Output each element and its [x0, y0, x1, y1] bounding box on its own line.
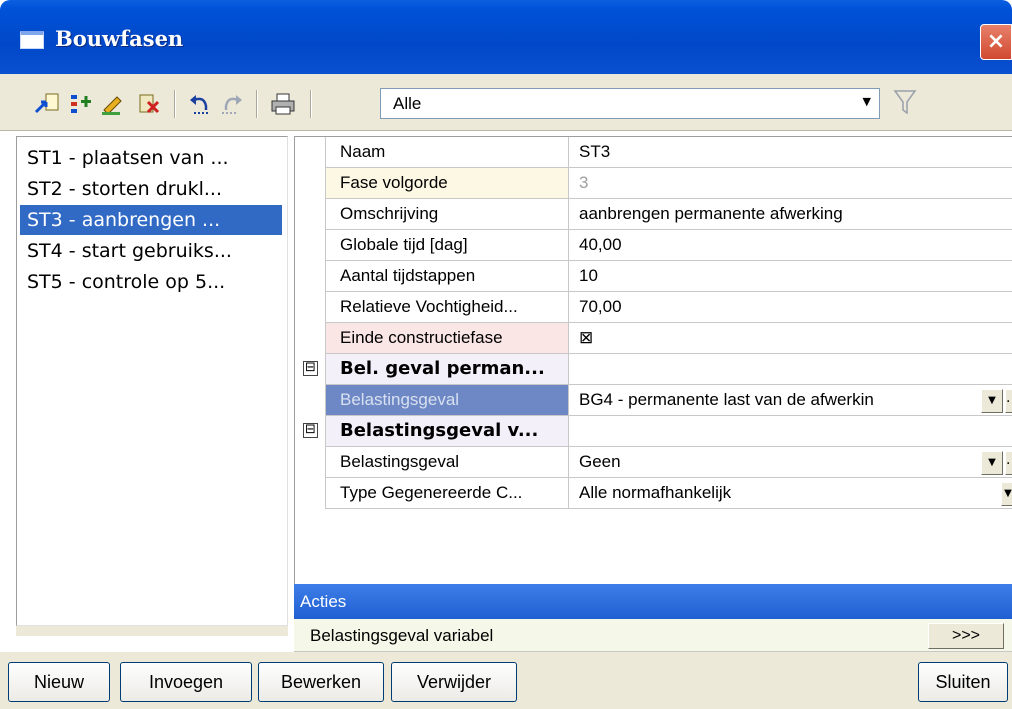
grid-gutter — [295, 137, 325, 549]
action-run-button[interactable]: >>> — [928, 623, 1004, 649]
property-name: Naam — [325, 137, 569, 167]
actions-header: Acties — [294, 584, 1012, 619]
phase-list-item[interactable]: ST2 - storten drukl... — [20, 174, 282, 204]
property-name: Aantal tijdstappen — [325, 261, 569, 291]
property-row-globale-tijd[interactable]: Globale tijd [dag] 40,00 — [325, 230, 1012, 261]
chevron-down-icon[interactable]: ▼ — [981, 389, 1003, 413]
collapse-toggle[interactable]: ⊟ — [303, 423, 318, 438]
phase-list-item[interactable]: ST4 - start gebruiks... — [20, 236, 282, 266]
edit-button[interactable]: Bewerken — [258, 662, 384, 702]
property-name: Einde constructiefase — [325, 323, 569, 353]
property-value[interactable]: aanbrengen permanente afwerking — [569, 199, 1012, 229]
toolbar-separator — [174, 90, 176, 118]
property-name: Belastingsgeval — [325, 447, 569, 477]
delete-button[interactable]: Verwijder — [391, 662, 517, 702]
category-name: Bel. geval perman... — [325, 354, 569, 384]
insert-phase-icon[interactable] — [68, 92, 94, 116]
ellipsis-button[interactable]: ... — [1005, 389, 1012, 413]
property-row-naam[interactable]: Naam ST3 — [325, 137, 1012, 168]
property-value[interactable]: ST3 — [569, 137, 1012, 167]
category-row-permanent[interactable]: Bel. geval perman... — [325, 354, 1012, 385]
property-row-fase-volgorde[interactable]: Fase volgorde 3 — [325, 168, 1012, 199]
action-label: Belastingsgeval variabel — [310, 626, 494, 645]
ellipsis-button[interactable]: ... — [1005, 451, 1012, 475]
property-value[interactable]: Alle normafhankelijk — [569, 478, 1012, 508]
category-row-variabel[interactable]: Belastingsgeval v... — [325, 416, 1012, 447]
window-icon — [20, 31, 44, 49]
einde-checkbox[interactable]: ⊠ — [569, 323, 1012, 353]
property-grid: Naam ST3 Fase volgorde 3 Omschrijving aa… — [294, 136, 1012, 584]
property-value: 3 — [579, 173, 589, 192]
property-value[interactable]: BG4 - permanente last van de afwerkin — [569, 385, 1012, 415]
filter-value: Alle — [393, 94, 422, 113]
property-value[interactable]: 10 — [569, 261, 1012, 291]
edit-icon[interactable] — [100, 92, 126, 116]
chevron-down-icon[interactable]: ▼ — [863, 95, 871, 108]
property-row-belastingsgeval-variabel[interactable]: Belastingsgeval Geen ▼ ... — [325, 447, 1012, 478]
category-value — [569, 354, 1012, 384]
new-phase-icon[interactable] — [34, 92, 60, 116]
close-button[interactable]: × — [980, 24, 1012, 60]
property-row-omschrijving[interactable]: Omschrijving aanbrengen permanente afwer… — [325, 199, 1012, 230]
property-value[interactable]: 70,00 — [569, 292, 1012, 322]
redo-icon[interactable] — [218, 92, 244, 116]
category-name: Belastingsgeval v... — [325, 416, 569, 446]
property-name: Globale tijd [dag] — [325, 230, 569, 260]
property-row-belastingsgeval-permanent[interactable]: Belastingsgeval BG4 - permanente last va… — [325, 385, 1012, 416]
property-row-relatieve-vochtigheid[interactable]: Relatieve Vochtigheid... 70,00 — [325, 292, 1012, 323]
button-bar: Nieuw Invoegen Bewerken Verwijder Sluite… — [0, 652, 1012, 709]
phase-filter-select[interactable]: Alle ▼ — [380, 88, 880, 119]
toolbar-separator — [256, 90, 258, 118]
phase-list-item[interactable]: ST1 - plaatsen van ... — [20, 143, 282, 173]
undo-icon[interactable] — [188, 92, 214, 116]
property-value[interactable]: Geen — [569, 447, 1012, 477]
phase-list-item-selected[interactable]: ST3 - aanbrengen ... — [20, 205, 282, 235]
property-value[interactable]: 40,00 — [569, 230, 1012, 260]
property-row-einde-constructiefase[interactable]: Einde constructiefase ⊠ — [325, 323, 1012, 354]
window-title: Bouwfasen — [55, 26, 184, 51]
collapse-toggle[interactable]: ⊟ — [303, 361, 318, 376]
property-name: Type Gegenereerde C... — [325, 478, 569, 508]
category-value — [569, 416, 1012, 446]
close-dialog-button[interactable]: Sluiten — [918, 662, 1008, 702]
action-row: Belastingsgeval variabel >>> — [294, 619, 1012, 652]
property-name: Relatieve Vochtigheid... — [325, 292, 569, 322]
phase-list-item[interactable]: ST5 - controle op 5... — [20, 267, 282, 297]
chevron-down-icon[interactable]: ▼ — [1001, 482, 1012, 506]
phase-list: ST1 - plaatsen van ... ST2 - storten dru… — [16, 136, 288, 626]
print-icon[interactable] — [270, 92, 296, 116]
toolbar: Alle ▼ — [0, 74, 1012, 131]
property-name: Fase volgorde — [325, 168, 569, 198]
filter-icon[interactable] — [892, 88, 918, 116]
title-bar: Bouwfasen × — [0, 0, 1012, 74]
property-row-aantal-tijdstappen[interactable]: Aantal tijdstappen 10 — [325, 261, 1012, 292]
delete-icon[interactable] — [136, 92, 162, 116]
property-name: Belastingsgeval — [325, 385, 569, 415]
chevron-down-icon[interactable]: ▼ — [981, 451, 1003, 475]
toolbar-separator — [310, 90, 312, 118]
list-scroll-area — [16, 626, 288, 636]
property-name: Omschrijving — [325, 199, 569, 229]
new-button[interactable]: Nieuw — [8, 662, 110, 702]
property-row-type-gegenereerde[interactable]: Type Gegenereerde C... Alle normafhankel… — [325, 478, 1012, 509]
insert-button[interactable]: Invoegen — [120, 662, 252, 702]
